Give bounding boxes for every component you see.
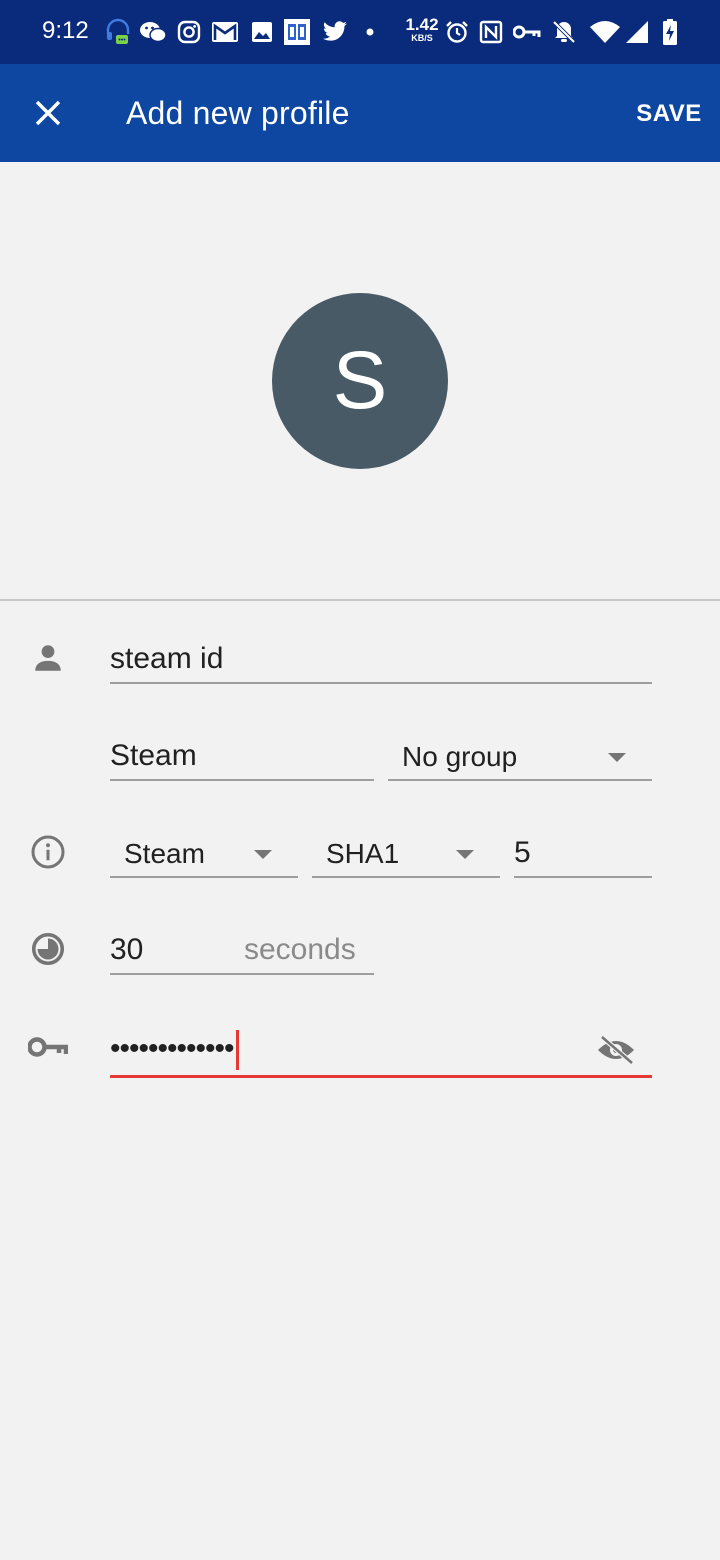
wifi-icon <box>588 14 622 50</box>
algorithm-dropdown[interactable]: SHA1 <box>312 832 500 878</box>
chevron-down-icon <box>456 850 474 859</box>
nfc-icon <box>478 14 504 50</box>
issuer-field[interactable]: Steam <box>110 735 374 781</box>
period-unit-label: seconds <box>244 933 356 966</box>
chevron-down-icon <box>254 850 272 859</box>
dot-icon <box>360 14 380 50</box>
avatar[interactable]: S <box>272 293 448 469</box>
token-type-dropdown[interactable]: Steam <box>110 832 298 878</box>
instagram-icon <box>176 14 202 50</box>
chevron-down-icon <box>608 753 626 762</box>
text-cursor <box>235 1030 239 1070</box>
close-button[interactable] <box>20 85 76 141</box>
timer-icon <box>28 929 68 969</box>
vpn-key-icon <box>512 14 542 50</box>
status-bar: 9:12 1.42 KB/S <box>0 0 720 64</box>
close-icon <box>35 100 61 126</box>
notifications-off-icon <box>550 14 578 50</box>
account-name-field[interactable]: steam id <box>110 638 652 684</box>
digits-field[interactable]: 5 <box>514 832 652 878</box>
group-dropdown[interactable]: No group <box>388 735 652 781</box>
key-icon <box>28 1027 68 1067</box>
net-speed-unit: KB/S <box>411 33 433 43</box>
account-name-value: steam id <box>110 642 224 675</box>
visibility-off-icon <box>598 1035 634 1065</box>
period-field[interactable]: 30 seconds <box>110 929 374 975</box>
toggle-visibility-button[interactable] <box>594 1028 638 1072</box>
secret-masked: ••••••••••••• <box>110 1031 235 1065</box>
net-speed-value: 1.42 <box>405 15 439 34</box>
save-button[interactable]: SAVE <box>624 94 714 134</box>
page-title: Add new profile <box>126 95 350 131</box>
algorithm-value: SHA1 <box>326 838 400 869</box>
alarm-icon <box>444 14 470 50</box>
person-icon <box>28 638 68 678</box>
secret-field[interactable]: ••••••••••••• <box>110 1022 652 1078</box>
secret-value: ••••••••••••• <box>110 1030 239 1070</box>
digits-value: 5 <box>514 836 531 869</box>
avatar-letter: S <box>332 335 388 426</box>
info-icon <box>28 832 68 872</box>
photo-icon <box>250 14 274 50</box>
wechat-icon <box>138 14 168 50</box>
group-value: No group <box>402 741 518 772</box>
cell-signal-icon <box>624 14 650 50</box>
token-type-value: Steam <box>124 838 205 869</box>
headset-chat-icon <box>104 14 132 50</box>
twitter-icon <box>320 14 350 50</box>
period-value: 30 <box>110 933 144 966</box>
issuer-value: Steam <box>110 739 197 772</box>
calendar-app-icon <box>282 14 312 50</box>
divider <box>0 599 720 601</box>
status-time: 9:12 <box>42 17 89 44</box>
net-speed: 1.42 KB/S <box>402 16 442 43</box>
gmail-icon <box>210 14 240 50</box>
battery-charging-icon <box>660 14 680 50</box>
app-bar: Add new profile SAVE <box>0 64 720 162</box>
